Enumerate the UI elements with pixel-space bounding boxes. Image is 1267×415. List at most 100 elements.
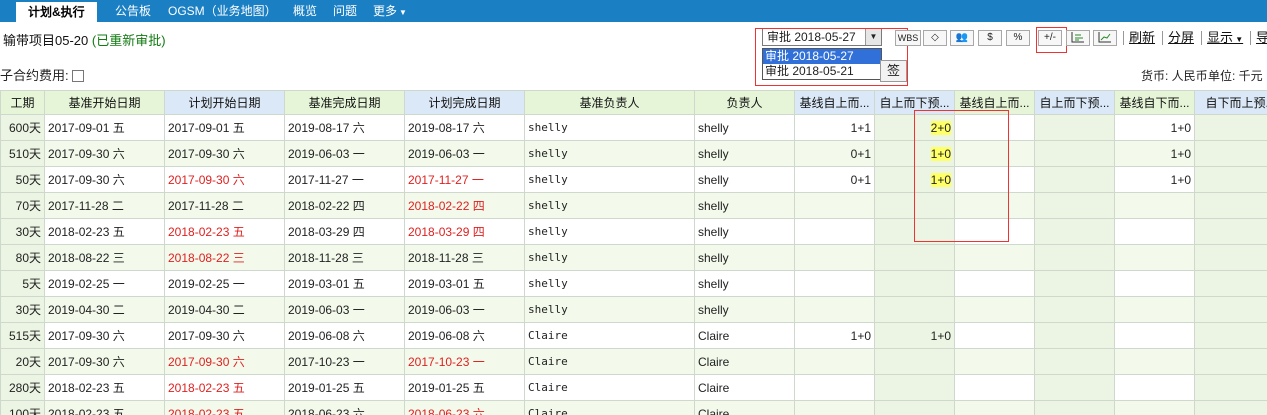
table-cell: 2018-02-22 四 — [404, 192, 525, 219]
table-cell — [954, 244, 1035, 271]
plus-minus-icon[interactable]: +/- — [1038, 30, 1062, 46]
refresh-link[interactable]: 刷新 — [1129, 30, 1155, 46]
display-label: 显示 — [1207, 30, 1234, 45]
table-cell — [794, 348, 875, 375]
column-header[interactable]: 基线自上而... — [794, 90, 875, 115]
table-cell: 2019-06-08 六 — [404, 322, 525, 349]
dollar-icon[interactable]: $ — [978, 30, 1002, 46]
tab-issues[interactable]: 问题 — [333, 0, 357, 22]
table-cell: 2019-01-25 五 — [404, 374, 525, 401]
percent-icon[interactable]: % — [1006, 30, 1030, 46]
column-header[interactable]: 计划完成日期 — [404, 90, 525, 115]
column-header[interactable]: 自上而下预... — [1034, 90, 1115, 115]
table-cell — [874, 400, 955, 415]
table-cell — [1114, 374, 1195, 401]
display-menu[interactable]: 显示 ▼ — [1207, 30, 1243, 48]
table-cell — [1034, 192, 1115, 219]
table-row[interactable]: 20天 2017-09-30 六 2017-09-30 六 2017-10-23 一2… — [0, 348, 1267, 375]
tab-ogsm[interactable]: OGSM（业务地图） — [168, 0, 277, 22]
table-cell — [874, 270, 955, 297]
separator — [1123, 31, 1124, 45]
project-status: (已重新审批) — [91, 33, 166, 48]
table-cell: 2018-02-23 五 — [164, 218, 285, 245]
wbs-button[interactable]: WBS — [895, 30, 921, 46]
table-row[interactable]: 50天 2017-09-30 六 2017-09-30 六 2017-11-27 一2… — [0, 166, 1267, 193]
contract-fee-checkbox[interactable] — [71, 70, 84, 82]
table-row[interactable]: 280天 2018-02-23 五 2018-02-23 五 2019-01-25 五… — [0, 374, 1267, 401]
sign-button[interactable]: 签 — [880, 60, 907, 82]
table-cell: shelly — [524, 140, 695, 167]
table-row[interactable]: 100天 2018-02-23 五 2018-02-23 五 2018-06-23 六… — [0, 400, 1267, 415]
people-icon[interactable]: 👥 — [950, 30, 974, 46]
table-row[interactable]: 30天 2019-04-30 二 2019-04-30 二 2019-06-03 一2… — [0, 296, 1267, 323]
table-cell: Claire — [694, 348, 795, 375]
column-header[interactable]: 基准完成日期 — [284, 90, 405, 115]
column-header[interactable]: 工期 — [0, 90, 45, 115]
table-cell — [794, 192, 875, 219]
table-cell — [1034, 348, 1115, 375]
table-cell — [1114, 218, 1195, 245]
table-cell: 2019-06-03 一 — [284, 296, 405, 323]
table-cell: 2017-09-30 六 — [44, 166, 165, 193]
table-cell: Claire — [524, 348, 695, 375]
table-cell — [1114, 348, 1195, 375]
column-header[interactable]: 基线自上而... — [954, 90, 1035, 115]
table-cell — [1034, 374, 1115, 401]
highlighted-value: 1+0 — [930, 172, 951, 187]
table-cell — [954, 192, 1035, 219]
table-cell — [954, 140, 1035, 167]
column-header[interactable]: 负责人 — [694, 90, 795, 115]
column-header[interactable]: 计划开始日期 — [164, 90, 285, 115]
table-cell — [794, 400, 875, 415]
contract-fee-label: 子合约费用: — [0, 68, 69, 83]
table-cell: 2018-02-23 五 — [44, 374, 165, 401]
table-cell: 2019-03-01 五 — [404, 270, 525, 297]
table-cell — [874, 218, 955, 245]
tab-bulletin[interactable]: 公告板 — [115, 0, 151, 22]
dropdown-arrow-icon[interactable]: ▼ — [865, 29, 881, 45]
table-row[interactable]: 70天 2017-11-28 二 2017-11-28 二 2018-02-22 四2… — [0, 192, 1267, 219]
tab-overview[interactable]: 概览 — [293, 0, 317, 22]
table-cell: 2017-09-30 六 — [164, 322, 285, 349]
table-row[interactable]: 600天 2017-09-01 五 2017-09-01 五 2019-08-17 六… — [0, 114, 1267, 141]
bar-chart-icon[interactable] — [1066, 30, 1090, 46]
approval-option[interactable]: 审批 2018-05-21 — [763, 64, 881, 79]
table-cell: 2019-06-03 一 — [404, 296, 525, 323]
table-cell — [954, 270, 1035, 297]
separator — [1250, 31, 1251, 45]
table-cell: 5天 — [0, 270, 45, 297]
column-header[interactable]: 基准负责人 — [524, 90, 695, 115]
line-chart-icon[interactable] — [1093, 30, 1117, 46]
table-cell: 1+0 — [874, 166, 955, 193]
table-row[interactable]: 5天 2019-02-25 一 2019-02-25 一 2019-03-01 五 20… — [0, 270, 1267, 297]
table-row[interactable]: 515天 2017-09-30 六 2017-09-30 六 2019-06-08 六… — [0, 322, 1267, 349]
table-row[interactable]: 30天 2018-02-23 五 2018-02-23 五 2018-03-29 四2… — [0, 218, 1267, 245]
column-header[interactable]: 基准开始日期 — [44, 90, 165, 115]
approval-option[interactable]: 审批 2018-05-27 — [763, 49, 881, 64]
table-row[interactable]: 80天 2018-08-22 三 2018-08-22 三 2018-11-28 三2… — [0, 244, 1267, 271]
tab-plan-execute[interactable]: 计划&执行 — [16, 2, 97, 22]
column-header[interactable]: 自下而上预... — [1194, 90, 1267, 115]
export-link[interactable]: 导 — [1256, 30, 1267, 46]
table-cell: 1+0 — [1114, 166, 1195, 193]
table-cell — [1194, 218, 1267, 245]
column-header[interactable]: 基线自下而... — [1114, 90, 1195, 115]
table-cell: 2019-06-03 一 — [284, 140, 405, 167]
tab-more-label: 更多 — [373, 4, 398, 18]
table-cell — [1194, 270, 1267, 297]
table-body: 600天 2017-09-01 五 2017-09-01 五 2019-08-17 六… — [0, 114, 1267, 415]
table-cell — [1034, 244, 1115, 271]
approval-select[interactable]: 审批 2018-05-27 ▼ — [762, 28, 882, 46]
milestone-diamond-icon[interactable]: ◇ — [923, 30, 947, 46]
column-header[interactable]: 自上而下预... — [874, 90, 955, 115]
table-cell: 2+0 — [874, 114, 955, 141]
split-screen-link[interactable]: 分屏 — [1168, 30, 1194, 46]
table-cell — [954, 348, 1035, 375]
tab-more[interactable]: 更多 ▼ — [373, 0, 407, 22]
table-cell — [954, 114, 1035, 141]
table-cell: 2017-09-30 六 — [44, 140, 165, 167]
table-cell: 2019-01-25 五 — [284, 374, 405, 401]
table-cell: 80天 — [0, 244, 45, 271]
table-cell — [1034, 296, 1115, 323]
table-row[interactable]: 510天 2017-09-30 六 2017-09-30 六 2019-06-03 一… — [0, 140, 1267, 167]
